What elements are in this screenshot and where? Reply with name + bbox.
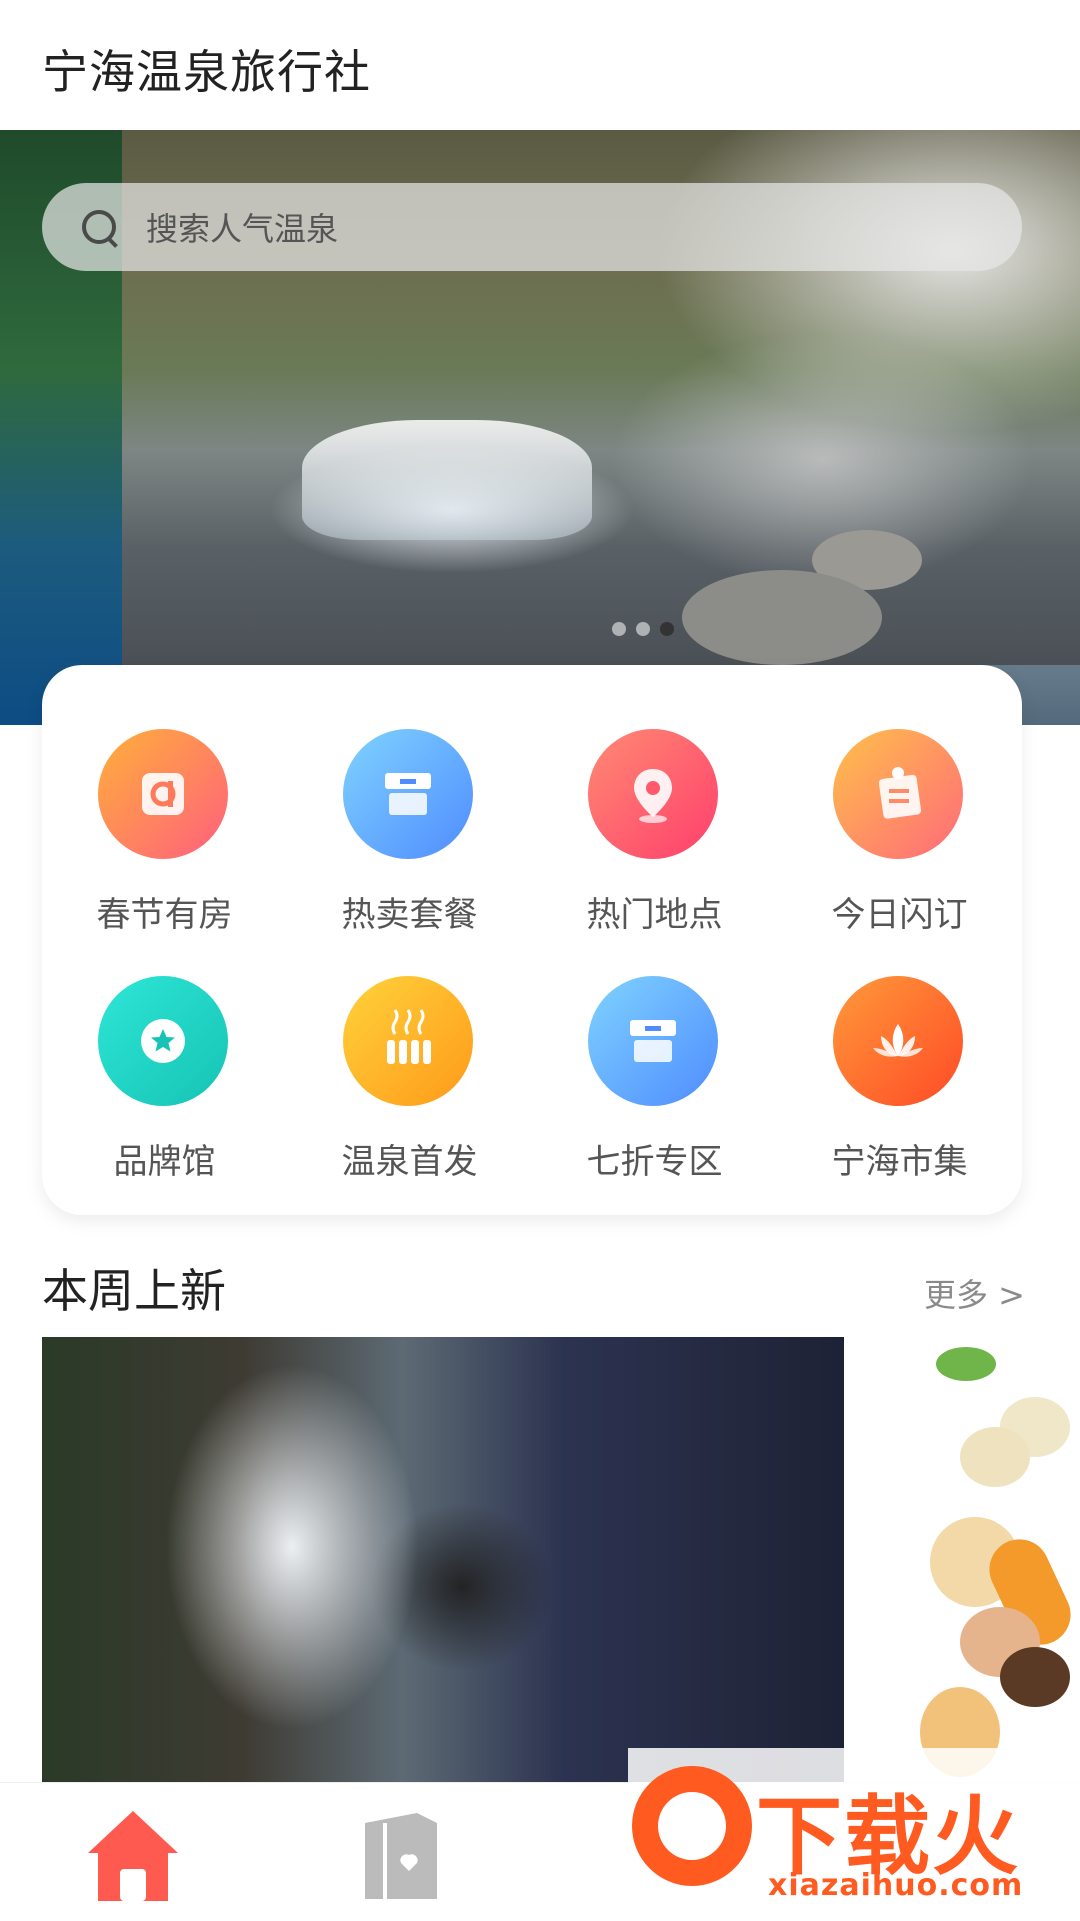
category-item[interactable]: 七折专区 xyxy=(532,912,777,1182)
category-item[interactable]: 温泉首发 xyxy=(287,912,532,1182)
snack-image-area xyxy=(1000,1647,1070,1707)
feature-card-waterfall[interactable] xyxy=(42,1337,844,1782)
box-icon xyxy=(343,729,473,859)
category-label: 七折专区 xyxy=(586,1142,723,1182)
house-card-icon xyxy=(98,729,228,859)
lotus-icon xyxy=(833,976,963,1106)
category-item[interactable]: 热门地点 xyxy=(532,665,777,935)
snack-image-area xyxy=(960,1427,1030,1487)
page-title: 宁海温泉旅行社 xyxy=(42,45,371,99)
watermark: 下载火 xiazaihuo.com xyxy=(628,1748,1080,1920)
more-link[interactable]: 更多 > xyxy=(924,1270,1025,1316)
category-item[interactable]: 宁海市集 xyxy=(777,912,1022,1182)
category-label: 宁海市集 xyxy=(831,1142,968,1182)
bookmark-card-icon[interactable] xyxy=(345,1801,455,1911)
watermark-url: xiazaihuo.com xyxy=(768,1868,1024,1903)
category-label: 品牌馆 xyxy=(113,1142,216,1182)
box-icon xyxy=(588,976,718,1106)
search-icon xyxy=(82,210,118,248)
carousel-indicators xyxy=(612,622,674,636)
category-item[interactable]: 今日闪订 xyxy=(777,665,1022,935)
category-grid: 春节有房 热卖套餐 热门地点 今日闪订 品牌馆 温泉首发 七折专区 宁海市集 xyxy=(42,665,1022,1215)
memo-pin-icon xyxy=(833,729,963,859)
search-bar[interactable]: 搜索人气温泉 xyxy=(42,183,1022,271)
category-item[interactable]: 热卖套餐 xyxy=(287,665,532,935)
location-pin-icon xyxy=(588,729,718,859)
star-badge-icon xyxy=(98,976,228,1106)
hot-spring-icon xyxy=(343,976,473,1106)
snack-image-area xyxy=(936,1347,996,1381)
carousel-dot-active[interactable] xyxy=(660,622,674,636)
carousel-dot[interactable] xyxy=(612,622,626,636)
category-label: 温泉首发 xyxy=(341,1142,478,1182)
category-item[interactable]: 春节有房 xyxy=(42,665,287,935)
home-icon[interactable] xyxy=(78,1801,188,1911)
rock-image-area xyxy=(682,570,882,665)
category-item[interactable]: 品牌馆 xyxy=(42,912,287,1182)
waterfall-image-area xyxy=(302,420,592,540)
feature-card-snacks[interactable] xyxy=(880,1337,1080,1782)
carousel-dot[interactable] xyxy=(636,622,650,636)
search-input[interactable]: 搜索人气温泉 xyxy=(146,204,338,250)
watermark-logo-icon xyxy=(632,1766,752,1886)
section-title: 本周上新 xyxy=(42,1264,226,1318)
